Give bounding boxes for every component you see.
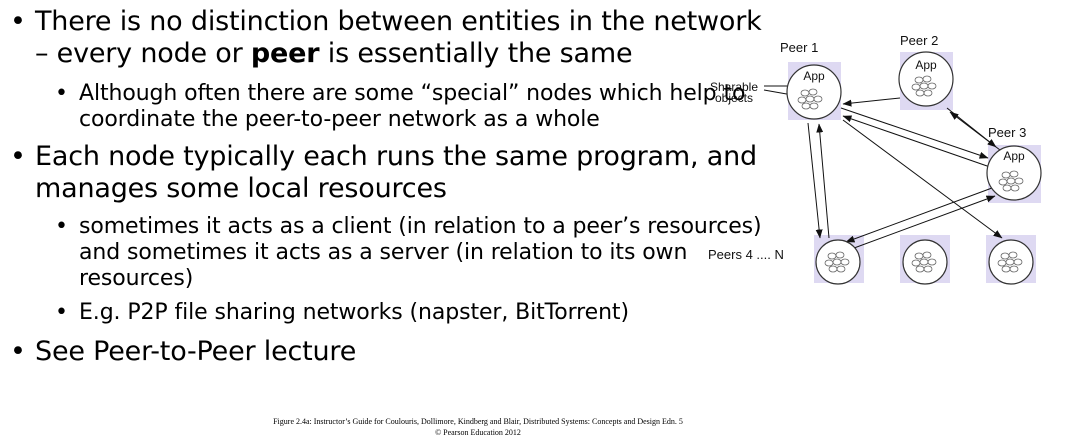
peer4-node	[815, 239, 861, 285]
bullet-dot: •	[10, 141, 26, 172]
bullet-same-program: • Each node typically each runs the same…	[10, 141, 770, 205]
sub-bullet-dot: •	[55, 81, 68, 106]
peer1-label: Peer 1	[780, 40, 818, 55]
peer2-label: Peer 2	[900, 33, 938, 48]
sub-bullet-p2p-examples: • E.g. P2P file sharing networks (napste…	[10, 300, 770, 326]
peer3-node: App	[986, 145, 1042, 201]
bullet-no-distinction: • There is no distinction between entiti…	[10, 6, 770, 70]
bullet-see-lecture: • See Peer-to-Peer lecture	[10, 336, 770, 368]
bullet-list: • There is no distinction between entiti…	[10, 6, 770, 368]
sub-bullet-text: Although often there are some “special” …	[79, 81, 746, 132]
sub-bullet-text: sometimes it acts as a client (in relati…	[79, 214, 762, 291]
sub-bullet-client-server: • sometimes it acts as a client (in rela…	[10, 214, 770, 292]
figure-caption: Figure 2.4a: Instructor’s Guide for Coul…	[228, 416, 728, 438]
sub-bullet-dot: •	[55, 214, 68, 239]
peer1-app-label: App	[803, 69, 825, 83]
peer3-app-label: App	[1003, 149, 1025, 163]
peer-to-peer-diagram: App App App Peer 1 Peer 2 Peer 3 Peers 4…	[708, 33, 1042, 285]
sub-bullet-dot: •	[55, 300, 68, 325]
caption-line-1: Figure 2.4a: Instructor’s Guide for Coul…	[273, 417, 683, 426]
sharable-objects-label-line2: objects	[715, 91, 753, 105]
peer3-label: Peer 3	[988, 125, 1026, 140]
peer1-node: App	[786, 64, 842, 120]
peers-4-n-label: Peers 4 .... N	[708, 247, 784, 262]
bullet-dot: •	[10, 6, 26, 37]
peer2-app-label: App	[915, 58, 937, 72]
peer2-node: App	[898, 51, 954, 107]
peer5-node	[902, 239, 948, 285]
bullet-text: Each node typically each runs the same p…	[35, 141, 757, 204]
sub-bullet-text: E.g. P2P file sharing networks (napster,…	[79, 300, 629, 325]
bullet-text: See Peer-to-Peer lecture	[35, 336, 357, 367]
peerN-node	[988, 239, 1034, 285]
bullet-text-peer-bold: peer	[250, 38, 320, 69]
bullet-text-part: is essentially the same	[319, 38, 633, 69]
bullet-dot: •	[10, 336, 26, 367]
sub-bullet-special-nodes: • Although often there are some “special…	[10, 81, 770, 133]
